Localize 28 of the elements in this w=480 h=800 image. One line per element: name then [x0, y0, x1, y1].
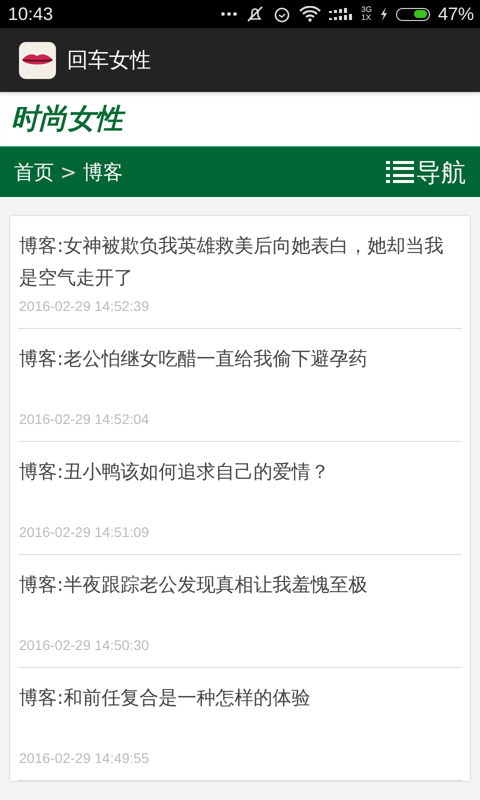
post-date: 2016-02-29 14:52:39: [19, 298, 150, 314]
breadcrumb-link[interactable]: 首页: [14, 158, 54, 186]
clock: 10:43: [8, 4, 54, 24]
nav-button[interactable]: 导航: [386, 156, 466, 188]
wifi-icon: [299, 6, 322, 22]
post-title-link[interactable]: 博客:老公怕继女吃醋一直给我偷下避孕药: [19, 343, 461, 407]
post-date: 2016-02-29 14:49:55: [19, 750, 150, 766]
breadcrumb-link[interactable]: 博客: [82, 158, 123, 186]
menu-icon: [386, 160, 414, 184]
charging-icon: [380, 7, 388, 21]
battery-icon: [396, 8, 430, 20]
post-title-link[interactable]: 博客:和前任复合是一种怎样的体验: [19, 682, 461, 746]
alarm-icon: [273, 5, 292, 23]
app-title: 回车女性: [67, 47, 151, 74]
post-date: 2016-02-29 14:51:09: [19, 524, 150, 540]
muted-bell-icon: [245, 5, 266, 23]
dots-icon: [221, 12, 238, 16]
network-type: 3G: [361, 6, 372, 14]
breadcrumb-separator: >: [60, 160, 77, 184]
post-title-link[interactable]: 博客:丑小鸭该如何追求自己的爱情？: [19, 456, 461, 520]
network-type: 1X: [361, 14, 372, 22]
signal-icon: [329, 7, 354, 21]
battery-percent: 47%: [438, 4, 474, 24]
post-title-link[interactable]: 博客:女神被欺负我英雄救美后向她表白，她却当我是空气走开了: [19, 230, 461, 294]
post-date: 2016-02-29 14:50:30: [19, 637, 150, 653]
post-date: 2016-02-29 14:52:04: [19, 411, 150, 427]
post-title-link[interactable]: 博客:半夜跟踪老公发现真相让我羞愧至极: [19, 569, 461, 633]
lips-icon: [19, 42, 56, 78]
